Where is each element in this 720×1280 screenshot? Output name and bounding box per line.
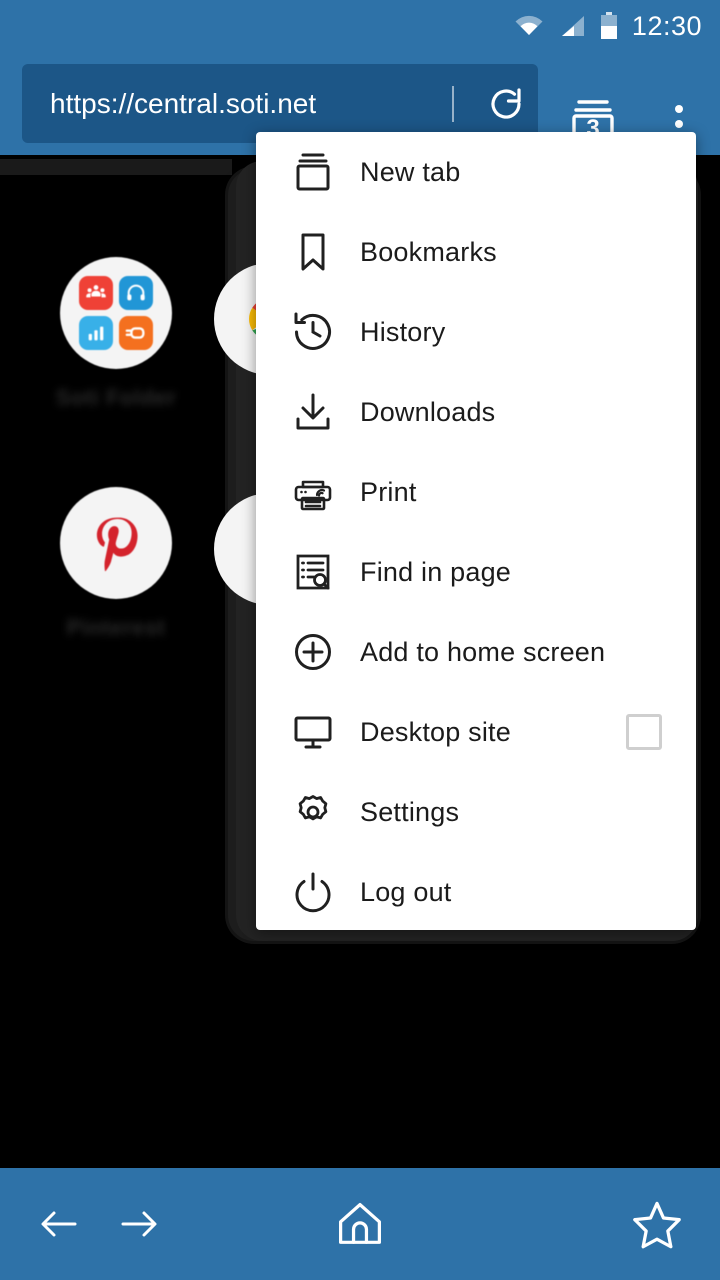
forward-button[interactable] bbox=[108, 1193, 170, 1255]
menu-label-new-tab: New tab bbox=[360, 156, 461, 187]
menu-item-history[interactable]: History bbox=[256, 292, 696, 372]
menu-label-history: History bbox=[360, 316, 446, 347]
app-item-folder[interactable]: Soti Folder bbox=[34, 257, 198, 411]
menu-label-print: Print bbox=[360, 476, 417, 507]
menu-item-log-out[interactable]: Log out bbox=[256, 852, 696, 930]
tile-headset-icon bbox=[119, 276, 153, 310]
menu-item-find-in-page[interactable]: Find in page bbox=[256, 532, 696, 612]
back-button[interactable] bbox=[28, 1193, 90, 1255]
content-top-strip bbox=[0, 159, 232, 175]
status-bar: 12:30 bbox=[0, 0, 720, 52]
history-icon bbox=[290, 309, 336, 355]
menu-label-find-in-page: Find in page bbox=[360, 556, 512, 587]
gear-icon bbox=[290, 789, 336, 835]
app-item-pinterest[interactable]: Pinterest bbox=[34, 487, 198, 641]
wifi-icon bbox=[514, 14, 544, 38]
menu-label-add-to-home-screen: Add to home screen bbox=[360, 636, 606, 667]
url-divider bbox=[452, 85, 454, 122]
overflow-dot-1 bbox=[675, 105, 683, 113]
status-clock: 12:30 bbox=[631, 10, 702, 41]
menu-item-add-to-home-screen[interactable]: Add to home screen bbox=[256, 612, 696, 692]
menu-item-bookmarks[interactable]: Bookmarks bbox=[256, 212, 696, 292]
monitor-icon bbox=[290, 709, 336, 755]
bookmark-button[interactable] bbox=[626, 1193, 688, 1255]
desktop-site-checkbox[interactable] bbox=[626, 714, 662, 750]
bookmark-icon bbox=[290, 229, 336, 275]
menu-item-new-tab[interactable]: New tab bbox=[256, 132, 696, 212]
download-icon bbox=[290, 389, 336, 435]
menu-label-bookmarks: Bookmarks bbox=[360, 236, 497, 267]
tile-speed-icon bbox=[119, 316, 153, 350]
url-text[interactable]: https://central.soti.net bbox=[22, 88, 452, 120]
app-label-folder: Soti Folder bbox=[55, 385, 177, 410]
tile-people-icon bbox=[79, 276, 113, 310]
app-label-pinterest: Pinterest bbox=[66, 615, 166, 640]
overflow-dot-2 bbox=[675, 120, 683, 128]
find-in-page-icon bbox=[290, 549, 336, 595]
menu-label-desktop-site: Desktop site bbox=[360, 716, 511, 747]
overflow-menu: New tab Bookmarks History Downloads Prin… bbox=[256, 132, 696, 930]
cellular-signal-icon bbox=[558, 14, 586, 38]
menu-item-print[interactable]: Print bbox=[256, 452, 696, 532]
folder-tile-grid bbox=[79, 276, 153, 350]
bottom-navigation-bar bbox=[0, 1168, 720, 1280]
phone-screen: 12:30 https://central.soti.net 3 Soti Fo… bbox=[0, 0, 720, 1280]
printer-icon bbox=[290, 469, 336, 515]
pinterest-icon bbox=[60, 487, 172, 599]
menu-item-settings[interactable]: Settings bbox=[256, 772, 696, 852]
menu-item-downloads[interactable]: Downloads bbox=[256, 372, 696, 452]
menu-item-desktop-site[interactable]: Desktop site bbox=[256, 692, 696, 772]
new-tab-icon bbox=[290, 149, 336, 195]
menu-label-downloads: Downloads bbox=[360, 396, 496, 427]
folder-icon bbox=[60, 257, 172, 369]
tile-chart-icon bbox=[79, 316, 113, 350]
power-icon bbox=[290, 869, 336, 915]
plus-circle-icon bbox=[290, 629, 336, 675]
menu-label-log-out: Log out bbox=[360, 876, 452, 907]
menu-label-settings: Settings bbox=[360, 796, 460, 827]
home-button[interactable] bbox=[329, 1193, 391, 1255]
battery-icon bbox=[600, 12, 618, 40]
